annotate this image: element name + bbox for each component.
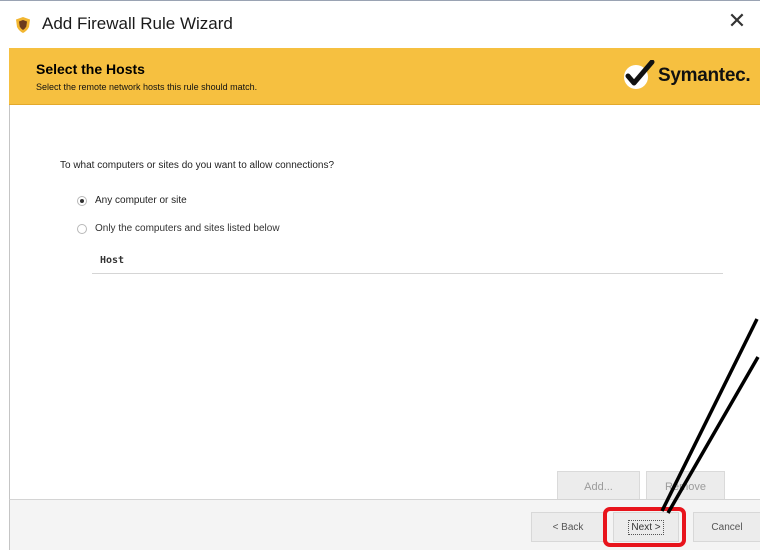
remove-button[interactable]: Remove [646,471,725,502]
wizard-footer: < Back Next > Cancel [9,499,760,550]
wizard-window: Add Firewall Rule Wizard ✕ Select the Ho… [0,0,760,550]
next-button-label: Next > [628,519,664,535]
host-table-header: Host [92,249,723,274]
checkmark-icon [624,60,655,89]
add-button[interactable]: Add... [557,471,640,502]
next-button[interactable]: Next > [613,512,679,542]
logo-text: Symantec. [658,65,751,86]
header-banner: Select the Hosts Select the remote netwo… [9,48,760,105]
column-header-host[interactable]: Host [100,255,124,266]
shield-icon [16,17,30,33]
radio-label: Only the computers and sites listed belo… [95,223,280,234]
title-bar: Add Firewall Rule Wizard ✕ [0,1,760,41]
radio-listed-computers[interactable]: Only the computers and sites listed belo… [77,223,280,234]
main-content: To what computers or sites do you want t… [9,105,760,502]
radio-label: Any computer or site [95,195,187,206]
window-title: Add Firewall Rule Wizard [42,14,233,33]
radio-any-computer[interactable]: Any computer or site [77,195,187,206]
radio-button-checked[interactable] [77,195,87,206]
page-subtitle: Select the remote network hosts this rul… [36,82,258,92]
back-button[interactable]: < Back [531,512,605,542]
symantec-logo: Symantec. [622,58,760,94]
page-title: Select the Hosts [36,61,145,77]
close-button[interactable]: ✕ [714,1,760,41]
cancel-button[interactable]: Cancel [693,512,760,542]
radio-button[interactable] [77,223,87,234]
close-icon: ✕ [727,8,747,33]
question-label: To what computers or sites do you want t… [60,160,335,171]
